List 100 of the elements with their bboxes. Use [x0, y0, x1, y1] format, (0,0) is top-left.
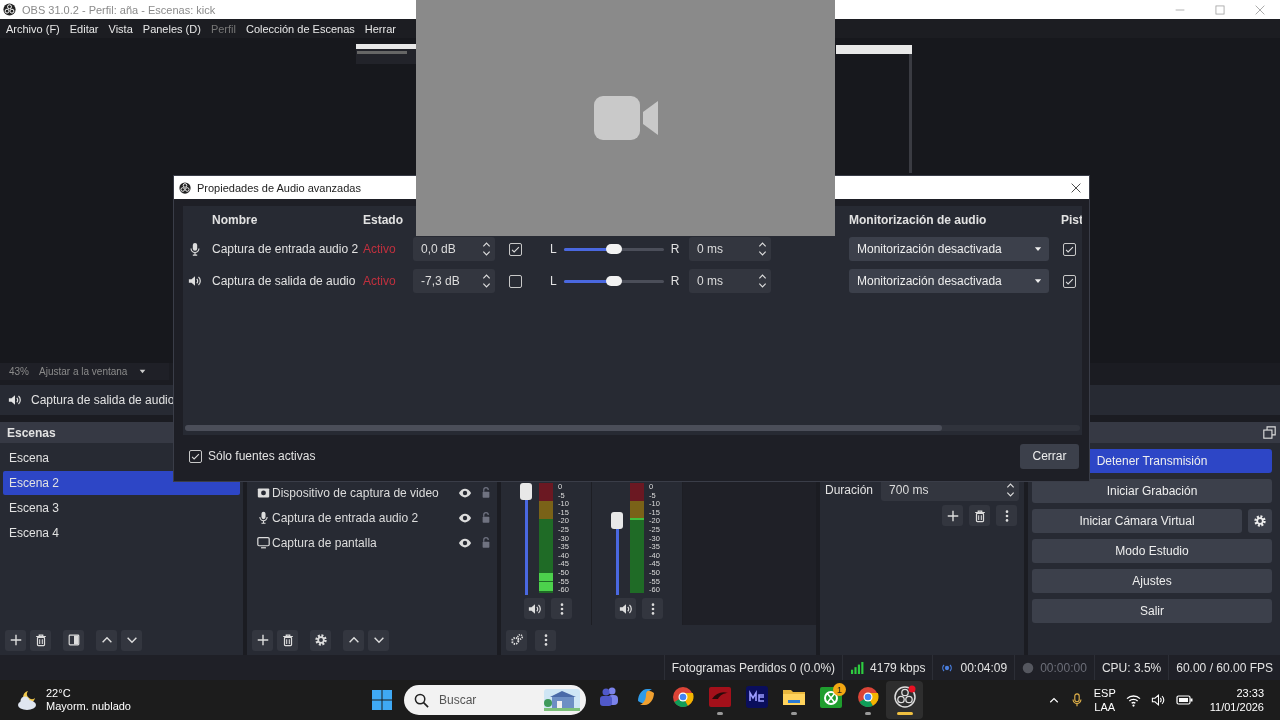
up-chevron-icon[interactable]	[96, 629, 117, 651]
dialog-title: Propiedades de Audio avanzadas	[197, 181, 361, 194]
menu-item[interactable]: Paneles (D)	[142, 22, 201, 35]
volume-field[interactable]: 0,0 dB	[413, 237, 495, 261]
speaker-icon	[188, 274, 202, 288]
speaker-icon[interactable]	[1150, 693, 1166, 707]
checkbox[interactable]	[509, 242, 522, 256]
monitoring-dropdown[interactable]: Monitorización desactivada	[849, 269, 1049, 293]
control-button[interactable]: Iniciar Grabación	[1032, 479, 1272, 503]
signal-bars-icon	[850, 661, 865, 674]
spin-arrows-icon[interactable]	[1006, 481, 1015, 499]
monitor-icon	[257, 536, 270, 549]
taskbar-app[interactable]	[886, 681, 923, 719]
taskbar-app[interactable]: 1	[812, 681, 849, 719]
scale-mode-dropdown[interactable]: Ajustar a la ventana	[39, 366, 128, 377]
speaker-icon[interactable]	[524, 598, 545, 619]
menu-item[interactable]: Colección de Escenas	[245, 22, 355, 35]
checkbox[interactable]	[1063, 274, 1076, 288]
screen-thumbnail-drawing	[356, 44, 416, 64]
windows-start-icon[interactable]	[372, 690, 392, 710]
speaker-icon[interactable]	[615, 598, 636, 619]
scene-item[interactable]: Escena 4	[3, 521, 240, 545]
kebab-menu-icon[interactable]	[996, 505, 1017, 526]
fader-thumb[interactable]	[520, 483, 532, 500]
source-item[interactable]: Dispositivo de captura de video	[272, 485, 452, 500]
settings-button[interactable]	[1248, 509, 1272, 533]
spin-arrows-icon[interactable]	[758, 272, 767, 290]
menu-item[interactable]: Herrar	[364, 22, 396, 35]
menu-item[interactable]: Vista	[108, 22, 133, 35]
balance-slider[interactable]	[563, 276, 664, 286]
gears-icon[interactable]	[506, 629, 527, 651]
window-title: OBS 31.0.2 - Perfil: aña - Escenas: kick	[22, 3, 216, 16]
sync-offset-field[interactable]: 0 ms	[689, 269, 771, 293]
add-icon[interactable]	[252, 629, 273, 651]
status-text: Activo	[362, 274, 397, 288]
caret-icon[interactable]	[138, 367, 147, 376]
checkbox-label: Sólo fuentes activas	[208, 449, 316, 463]
undock-icon[interactable]	[1263, 426, 1276, 439]
control-button[interactable]: Iniciar Cámara Virtual	[1032, 509, 1242, 533]
language-indicator[interactable]: ESP	[1093, 686, 1116, 700]
kebab-menu-icon[interactable]	[535, 629, 556, 651]
filter-icon[interactable]	[63, 629, 84, 651]
checkbox[interactable]	[509, 274, 522, 288]
obs-logo-icon	[3, 3, 16, 16]
volume-field[interactable]: -7,3 dB	[413, 269, 495, 293]
camera-icon	[257, 486, 270, 499]
source-name: Captura de salida de audio	[211, 274, 357, 288]
spin-arrows-icon[interactable]	[758, 240, 767, 258]
kebab-menu-icon[interactable]	[642, 598, 663, 619]
up-chevron-icon[interactable]	[343, 629, 364, 651]
kebab-menu-icon[interactable]	[551, 598, 572, 619]
down-chevron-icon[interactable]	[121, 629, 142, 651]
checkbox[interactable]	[189, 449, 202, 463]
horizontal-scrollbar[interactable]	[185, 425, 1080, 431]
search-field[interactable]: Buscar	[404, 685, 586, 715]
spin-arrows-icon[interactable]	[482, 240, 491, 258]
volume-fader[interactable]	[520, 483, 534, 595]
trash-icon[interactable]	[30, 629, 51, 651]
weather-condition: Mayorm. nublado	[46, 700, 131, 713]
down-chevron-icon[interactable]	[368, 629, 389, 651]
battery-icon[interactable]	[1175, 694, 1194, 706]
column-header: Pist	[1060, 213, 1082, 227]
trash-icon[interactable]	[969, 505, 990, 526]
obs-logo-icon	[179, 181, 191, 194]
menu-item[interactable]: Editar	[69, 22, 99, 35]
lock-icon[interactable]	[480, 486, 492, 499]
control-button[interactable]: Modo Estudio	[1032, 539, 1272, 563]
column-header: Estado	[362, 213, 404, 227]
speaker-icon	[8, 393, 22, 407]
checkbox[interactable]	[1063, 242, 1076, 256]
source-item[interactable]: Captura de pantalla	[272, 535, 452, 550]
menu-item[interactable]: Archivo (F)	[6, 22, 60, 35]
sync-offset-field[interactable]: 0 ms	[689, 237, 771, 261]
control-button[interactable]: Salir	[1032, 599, 1272, 623]
settings-icon[interactable]	[310, 629, 331, 651]
balance-slider[interactable]	[563, 244, 664, 254]
lock-icon[interactable]	[480, 511, 492, 524]
control-button[interactable]: Ajustes	[1032, 569, 1272, 593]
wifi-icon[interactable]	[1125, 693, 1141, 707]
scene-item[interactable]: Escena 3	[3, 496, 240, 520]
right-label: R	[670, 274, 680, 288]
trash-icon[interactable]	[277, 629, 298, 651]
add-icon[interactable]	[5, 629, 26, 651]
add-icon[interactable]	[942, 505, 963, 526]
app-icon	[744, 685, 769, 709]
monitoring-dropdown[interactable]: Monitorización desactivada	[849, 237, 1049, 261]
clock-date[interactable]: 11/01/2026	[1209, 700, 1264, 714]
search-icon	[414, 692, 429, 708]
close-button[interactable]: Cerrar	[1020, 443, 1079, 469]
source-item[interactable]: Captura de entrada audio 2	[272, 510, 452, 525]
source-name: Captura de entrada audio 2	[211, 242, 359, 256]
keyboard-layout[interactable]: LAA	[1094, 700, 1116, 714]
slider-thumb[interactable]	[605, 276, 622, 286]
spin-arrows-icon[interactable]	[482, 272, 491, 290]
slider-thumb[interactable]	[605, 244, 622, 254]
close-icon[interactable]	[1071, 182, 1081, 193]
fader-thumb[interactable]	[611, 511, 623, 529]
clock-time[interactable]: 23:33	[1236, 686, 1264, 700]
lock-icon[interactable]	[480, 536, 492, 549]
stream-time: 00:04:09	[960, 660, 1008, 675]
